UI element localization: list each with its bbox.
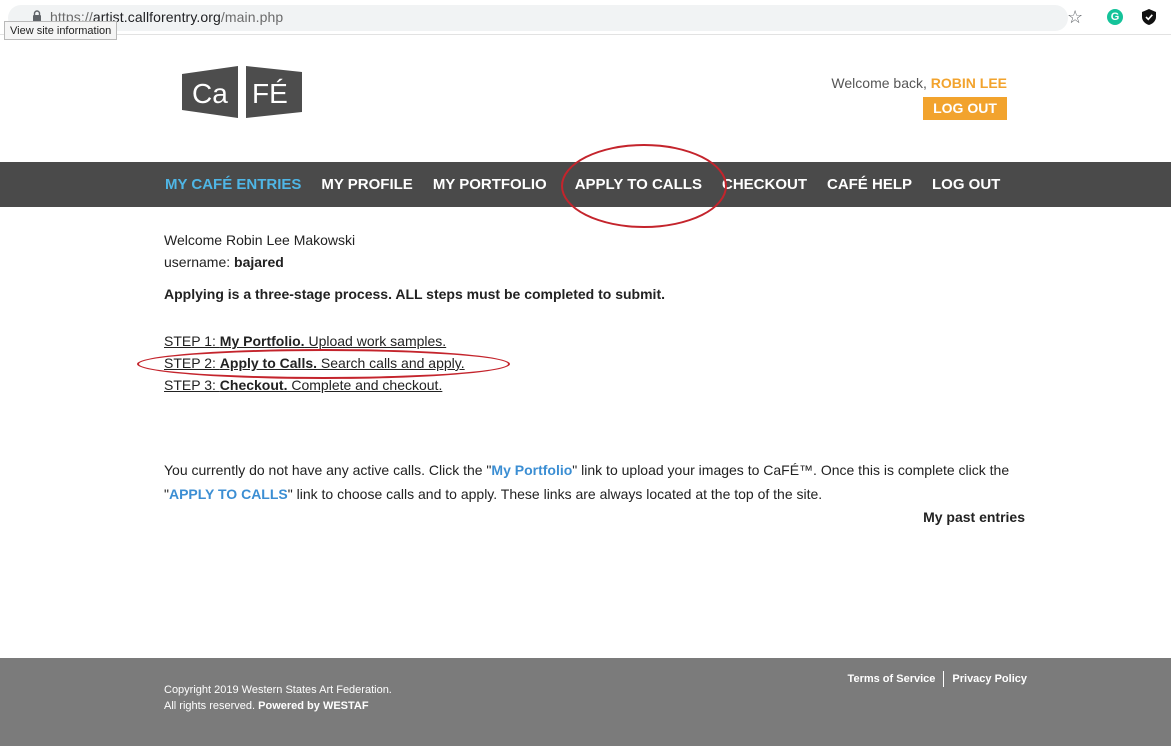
site-info-tooltip: View site information [4, 21, 118, 40]
footer-links: Terms of Service Privacy Policy [848, 671, 1027, 687]
cafe-logo[interactable]: Ca FÉ [182, 64, 306, 120]
footer-divider [943, 671, 945, 687]
nav-cafe-help[interactable]: CAFÉ HELP [827, 176, 912, 193]
shield-extension-icon[interactable] [1142, 9, 1156, 25]
header-logout-button[interactable]: LOG OUT [923, 97, 1007, 120]
nav-my-cafe-entries[interactable]: MY CAFÉ ENTRIES [165, 176, 301, 193]
main-content: Welcome Robin Lee Makowski username: baj… [164, 229, 1034, 305]
user-name: ROBIN LEE [930, 75, 1007, 91]
annotation-ellipse-apply-to-calls [561, 144, 727, 228]
welcome-back-text: Welcome back, ROBIN LEE [831, 75, 1007, 91]
welcome-name: Welcome Robin Lee Makowski [164, 232, 356, 248]
nav-my-profile[interactable]: MY PROFILE [321, 176, 412, 193]
footer: Copyright 2019 Western States Art Federa… [0, 658, 1171, 746]
apply-to-calls-inline-link[interactable]: APPLY TO CALLS [169, 486, 288, 502]
username-line: username: bajared [164, 254, 284, 270]
grammarly-extension-icon[interactable]: G [1107, 9, 1123, 25]
copyright-text: Copyright 2019 Western States Art Federa… [164, 684, 392, 712]
powered-by: Powered by WESTAF [258, 700, 369, 712]
svg-text:FÉ: FÉ [252, 78, 288, 109]
bookmark-star-icon[interactable]: ☆ [1067, 7, 1083, 27]
terms-of-service-link[interactable]: Terms of Service [848, 673, 936, 685]
nav-checkout[interactable]: CHECKOUT [722, 176, 807, 193]
svg-text:Ca: Ca [192, 78, 228, 109]
nav-my-portfolio[interactable]: MY PORTFOLIO [433, 176, 547, 193]
nav-log-out[interactable]: LOG OUT [932, 176, 1000, 193]
no-active-calls-message: You currently do not have any active cal… [164, 462, 1010, 502]
username-value: bajared [234, 254, 284, 270]
portfolio-inline-link[interactable]: My Portfolio [491, 462, 572, 478]
past-entries-link[interactable]: My past entries [923, 509, 1025, 525]
privacy-policy-link[interactable]: Privacy Policy [952, 673, 1027, 685]
process-note: Applying is a three-stage process. ALL s… [164, 286, 665, 302]
browser-address-bar: https://artist.callforentry.org/main.php… [0, 0, 1171, 40]
annotation-ellipse-step-2 [137, 349, 510, 379]
